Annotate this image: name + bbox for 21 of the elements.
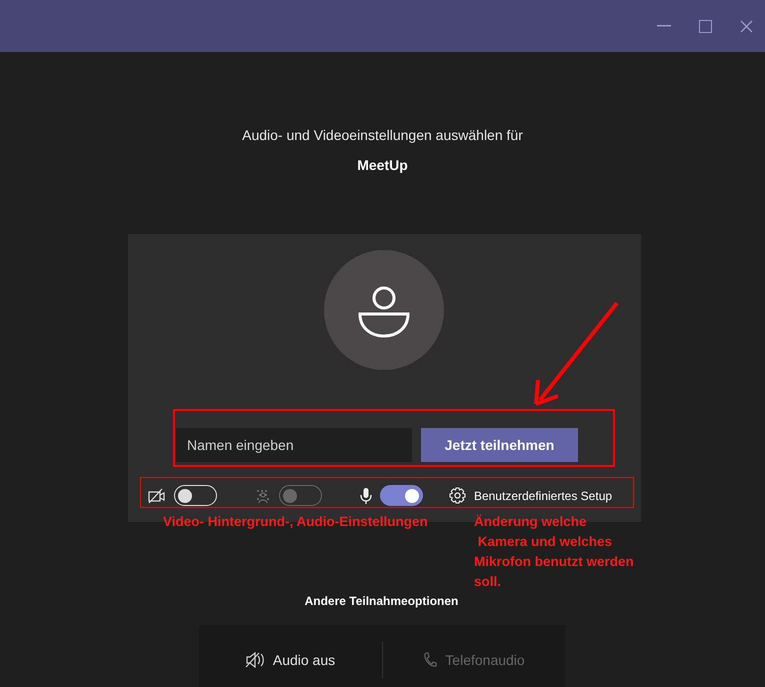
settings-icon [448, 487, 466, 504]
other-options-heading: Andere Teilnahmeoptionen [304, 593, 458, 610]
camera-off-icon [148, 488, 166, 504]
join-option-button[interactable]: Audio aus [198, 625, 382, 687]
custom-setup-link[interactable]: Benutzerdefiniertes Setup [474, 486, 612, 504]
toggle-switch[interactable] [380, 485, 423, 506]
arrow-icon [532, 300, 620, 408]
join-button[interactable]: Jetzt teilnehmen [421, 428, 578, 462]
heading: Audio- und Videoeinstellungen auswählen für [242, 126, 523, 145]
maximize-icon[interactable] [699, 20, 712, 32]
avatar-icon [324, 250, 444, 370]
microphone-icon [360, 486, 372, 504]
speaker-off-icon [244, 652, 265, 668]
meeting-title: MeetUp [357, 156, 408, 175]
name-field[interactable]: Namen eingeben [176, 428, 412, 462]
minimize-icon[interactable] [657, 25, 671, 27]
close-icon[interactable] [740, 20, 753, 32]
phone-icon [423, 652, 438, 668]
annotation: Änderung welche Kamera und welches Mikrofon benutzt werden soll. [474, 513, 634, 591]
annotation: Video- Hintergrund-, Audio-Einstellungen [163, 513, 428, 531]
background-blur-icon [254, 488, 271, 504]
